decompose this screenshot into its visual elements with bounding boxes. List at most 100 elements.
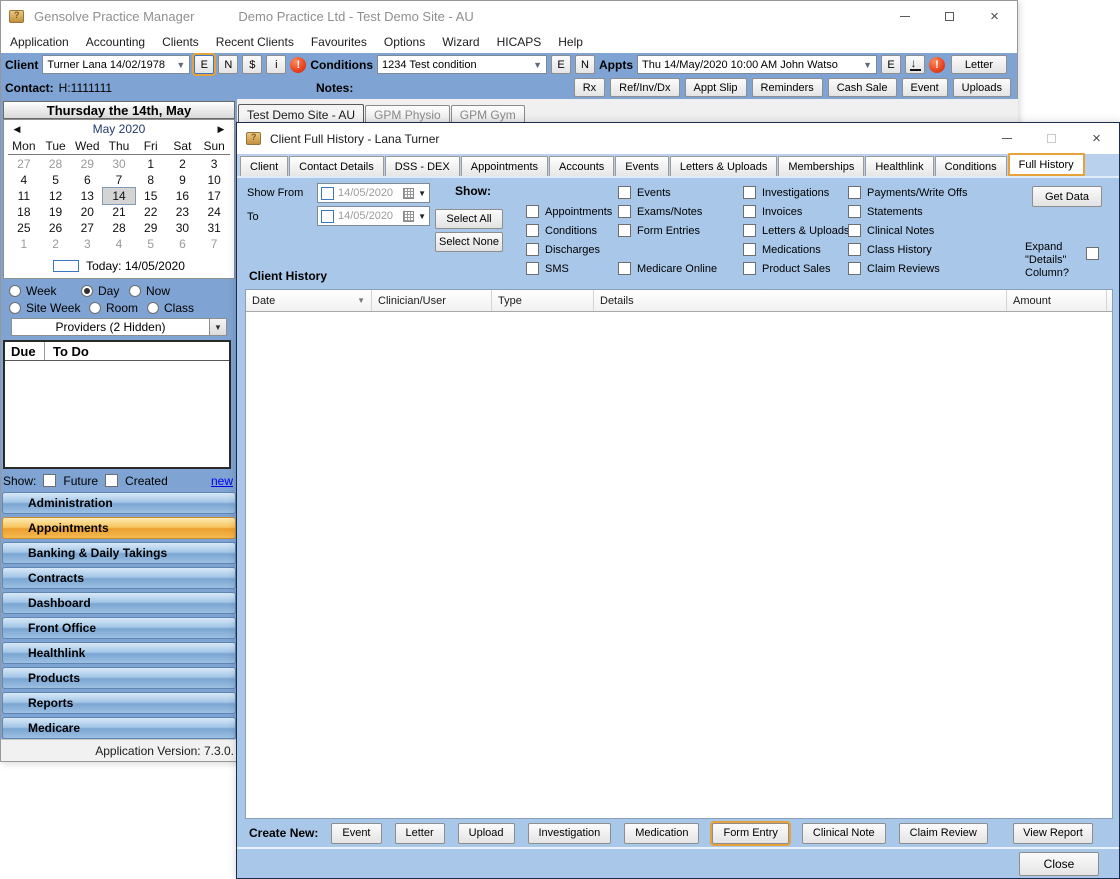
create-upload-button[interactable]: Upload [458, 823, 515, 844]
calendar-day[interactable]: 2 [40, 236, 72, 252]
checkbox-class-history[interactable] [848, 243, 861, 256]
calendar-day[interactable]: 29 [71, 156, 103, 172]
calendar-day[interactable]: 8 [135, 172, 167, 188]
calendar-day[interactable]: 24 [198, 204, 230, 220]
condition-edit-button[interactable]: E [551, 55, 571, 74]
menu-hicaps[interactable]: HICAPS [497, 35, 542, 49]
checkbox-conditions[interactable] [526, 224, 539, 237]
menu-accounting[interactable]: Accounting [86, 35, 145, 49]
tab-letters-uploads[interactable]: Letters & Uploads [670, 156, 777, 176]
create-medication-button[interactable]: Medication [624, 823, 699, 844]
calendar-day[interactable]: 31 [198, 220, 230, 236]
select-all-button[interactable]: Select All [435, 209, 503, 229]
nav-appointments[interactable]: Appointments [2, 517, 236, 539]
uploads-button[interactable]: Uploads [953, 78, 1011, 97]
client-billing-button[interactable]: $ [242, 55, 262, 74]
menu-favourites[interactable]: Favourites [311, 35, 367, 49]
nav-administration[interactable]: Administration [2, 492, 236, 514]
create-form-entry-button[interactable]: Form Entry [712, 823, 788, 844]
client-info-button[interactable]: i [266, 55, 286, 74]
checkbox-claim-reviews[interactable] [848, 262, 861, 275]
chevron-down-icon[interactable]: ▼ [209, 319, 226, 335]
rx-button[interactable]: Rx [574, 78, 605, 97]
select-none-button[interactable]: Select None [435, 232, 503, 252]
nav-dashboard[interactable]: Dashboard [2, 592, 236, 614]
menu-application[interactable]: Application [10, 35, 69, 49]
maximize-button[interactable] [927, 1, 972, 31]
tab-events[interactable]: Events [615, 156, 669, 176]
client-edit-button[interactable]: E [194, 55, 214, 74]
nav-medicare[interactable]: Medicare [2, 717, 236, 739]
tab-contact-details[interactable]: Contact Details [289, 156, 384, 176]
tab-full-history[interactable]: Full History [1008, 153, 1085, 176]
calendar-day[interactable]: 30 [167, 220, 199, 236]
menu-wizard[interactable]: Wizard [442, 35, 479, 49]
checkbox-created[interactable] [105, 474, 118, 487]
radio-week[interactable]: Week [9, 284, 56, 298]
prev-month-icon[interactable]: ◀ [4, 124, 30, 135]
checkbox-appointments[interactable] [526, 205, 539, 218]
radio-room[interactable]: Room [89, 301, 138, 315]
nav-banking-daily-takings[interactable]: Banking & Daily Takings [2, 542, 236, 564]
checkbox-sms[interactable] [526, 262, 539, 275]
checkbox-product-sales[interactable] [743, 262, 756, 275]
date-from-picker[interactable]: 14/05/2020 ▼ [317, 183, 430, 203]
calendar-day[interactable]: 26 [40, 220, 72, 236]
calendar-day[interactable]: 4 [8, 172, 40, 188]
calendar-day[interactable]: 28 [40, 156, 72, 172]
menu-options[interactable]: Options [384, 35, 425, 49]
calendar-day[interactable]: 22 [135, 204, 167, 220]
checkbox-letters-uploads[interactable] [743, 224, 756, 237]
today-label[interactable]: Today: 14/05/2020 [86, 259, 185, 273]
appt-download-button[interactable] [905, 55, 925, 74]
calendar-day[interactable]: 9 [167, 172, 199, 188]
providers-dropdown[interactable]: Providers (2 Hidden) ▼ [11, 318, 227, 336]
todo-col-todo[interactable]: To Do [45, 344, 89, 359]
calendar-day-selected[interactable]: 14 [103, 188, 135, 204]
checkbox-exams-notes[interactable] [618, 205, 631, 218]
todo-col-due[interactable]: Due [5, 342, 45, 360]
checkbox-clinical-notes[interactable] [848, 224, 861, 237]
calendar-day[interactable]: 20 [71, 204, 103, 220]
checkbox-discharges[interactable] [526, 243, 539, 256]
calendar-day[interactable]: 17 [198, 188, 230, 204]
calendar-day[interactable]: 1 [135, 156, 167, 172]
calendar-day[interactable]: 11 [8, 188, 40, 204]
checkbox-statements[interactable] [848, 205, 861, 218]
ref-inv-dx-button[interactable]: Ref/Inv/Dx [610, 78, 679, 97]
tab-appointments[interactable]: Appointments [461, 156, 548, 176]
calendar-day[interactable]: 15 [135, 188, 167, 204]
radio-day[interactable]: Day [81, 284, 119, 298]
calendar-day[interactable]: 30 [103, 156, 135, 172]
close-button[interactable]: × [972, 1, 1017, 31]
event-button[interactable]: Event [902, 78, 948, 97]
calendar-day[interactable]: 6 [71, 172, 103, 188]
minimize-button[interactable] [882, 1, 927, 31]
tab-dss-dex[interactable]: DSS - DEX [385, 156, 460, 176]
client-alert-icon[interactable] [290, 57, 306, 73]
calendar-day[interactable]: 18 [8, 204, 40, 220]
tab-memberships[interactable]: Memberships [778, 156, 864, 176]
date-to-checkbox[interactable] [321, 210, 334, 223]
get-data-button[interactable]: Get Data [1032, 186, 1102, 207]
tab-conditions[interactable]: Conditions [935, 156, 1007, 176]
date-from-checkbox[interactable] [321, 187, 334, 200]
nav-front-office[interactable]: Front Office [2, 617, 236, 639]
date-to-picker[interactable]: 14/05/2020 ▼ [317, 206, 430, 226]
menu-help[interactable]: Help [558, 35, 583, 49]
reminders-button[interactable]: Reminders [752, 78, 823, 97]
calendar-day[interactable]: 10 [198, 172, 230, 188]
tab-client[interactable]: Client [240, 156, 288, 176]
chevron-down-icon[interactable]: ▼ [418, 212, 426, 221]
create-investigation-button[interactable]: Investigation [528, 823, 612, 844]
calendar-day[interactable]: 6 [167, 236, 199, 252]
cash-sale-button[interactable]: Cash Sale [828, 78, 897, 97]
create-event-button[interactable]: Event [331, 823, 381, 844]
letter-button[interactable]: Letter [951, 55, 1007, 74]
view-report-button[interactable]: View Report [1013, 823, 1093, 844]
column-header-amount[interactable]: Amount [1007, 290, 1107, 311]
create-letter-button[interactable]: Letter [395, 823, 445, 844]
calendar-day[interactable]: 3 [71, 236, 103, 252]
nav-reports[interactable]: Reports [2, 692, 236, 714]
new-todo-link[interactable]: new [211, 474, 233, 488]
